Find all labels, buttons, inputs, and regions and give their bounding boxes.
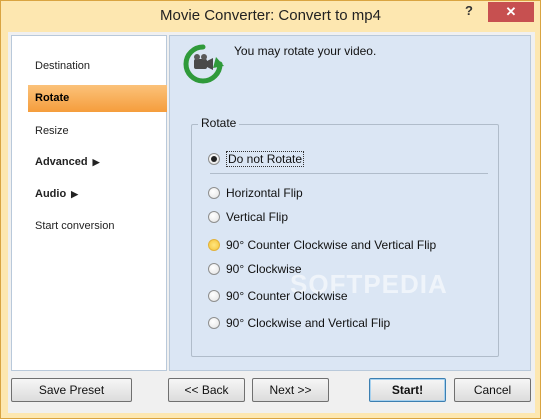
next-button[interactable]: Next >> [252,378,329,402]
sidebar-item-label: Destination [35,60,91,72]
radio-button[interactable] [208,239,220,251]
radio-button[interactable] [208,187,220,199]
radio-button[interactable] [208,211,220,223]
sidebar-item-start-conversion[interactable]: Start conversion [26,213,162,240]
help-button[interactable]: ? [459,3,479,23]
option-90-counter-clockwise[interactable]: 90° Counter Clockwise [208,288,348,304]
sidebar-item-label: Resize [35,125,69,137]
option-label: 90° Clockwise and Vertical Flip [226,316,391,330]
option-label: Do not Rotate [226,151,305,167]
rotate-group-legend: Rotate [198,116,240,130]
expand-arrow-icon: ▶ [71,189,79,199]
separator [210,173,488,174]
sidebar-item-label: Audio [35,188,67,200]
option-label: 90° Counter Clockwise [226,289,348,303]
option-label: 90° Counter Clockwise and Vertical Flip [226,238,437,252]
rotate-group: Rotate Do not Rotate Horizontal Flip Ver… [191,116,499,357]
cancel-button[interactable]: Cancel [454,378,531,402]
sidebar-item-rotate[interactable]: Rotate [28,85,167,112]
option-horizontal-flip[interactable]: Horizontal Flip [208,185,303,201]
option-90-cw-vertical-flip[interactable]: 90° Clockwise and Vertical Flip [208,315,390,331]
sidebar-item-label: Rotate [35,92,70,104]
sidebar-item-label: Start conversion [35,220,115,232]
expand-arrow-icon: ▶ [92,157,100,167]
option-label: 90° Clockwise [226,262,302,276]
back-button[interactable]: << Back [168,378,245,402]
rotate-panel: You may rotate your video. SOFTPEDIA Rot… [169,35,531,371]
sidebar: Destination Rotate Resize Advanced ▶ Audi… [11,35,167,371]
option-vertical-flip[interactable]: Vertical Flip [208,209,288,225]
radio-button[interactable] [208,153,220,165]
close-button[interactable]: ✕ [488,2,534,22]
sidebar-item-advanced[interactable]: Advanced ▶ [26,149,162,176]
radio-button[interactable] [208,263,220,275]
sidebar-item-audio[interactable]: Audio ▶ [26,181,162,208]
sidebar-item-resize[interactable]: Resize [26,118,162,145]
sidebar-item-label: Advanced [35,156,88,168]
rotate-video-icon [183,44,224,84]
option-label: Vertical Flip [226,210,289,224]
save-preset-button[interactable]: Save Preset [11,378,132,402]
sidebar-item-destination[interactable]: Destination [26,53,162,80]
panel-header-text: You may rotate your video. [234,44,377,58]
radio-button[interactable] [208,317,220,329]
panel-header: You may rotate your video. [170,36,530,92]
option-label: Horizontal Flip [226,186,303,200]
main-window: Movie Converter: Convert to mp4 ? ✕ Dest… [0,0,541,419]
option-90-clockwise[interactable]: 90° Clockwise [208,261,302,277]
option-do-not-rotate[interactable]: Do not Rotate [208,151,305,167]
title-bar[interactable]: Movie Converter: Convert to mp4 ? ✕ [1,1,540,32]
option-90-ccw-vertical-flip[interactable]: 90° Counter Clockwise and Vertical Flip [208,237,436,253]
client-area: Destination Rotate Resize Advanced ▶ Audi… [8,32,535,413]
start-button[interactable]: Start! [369,378,446,402]
radio-button[interactable] [208,290,220,302]
